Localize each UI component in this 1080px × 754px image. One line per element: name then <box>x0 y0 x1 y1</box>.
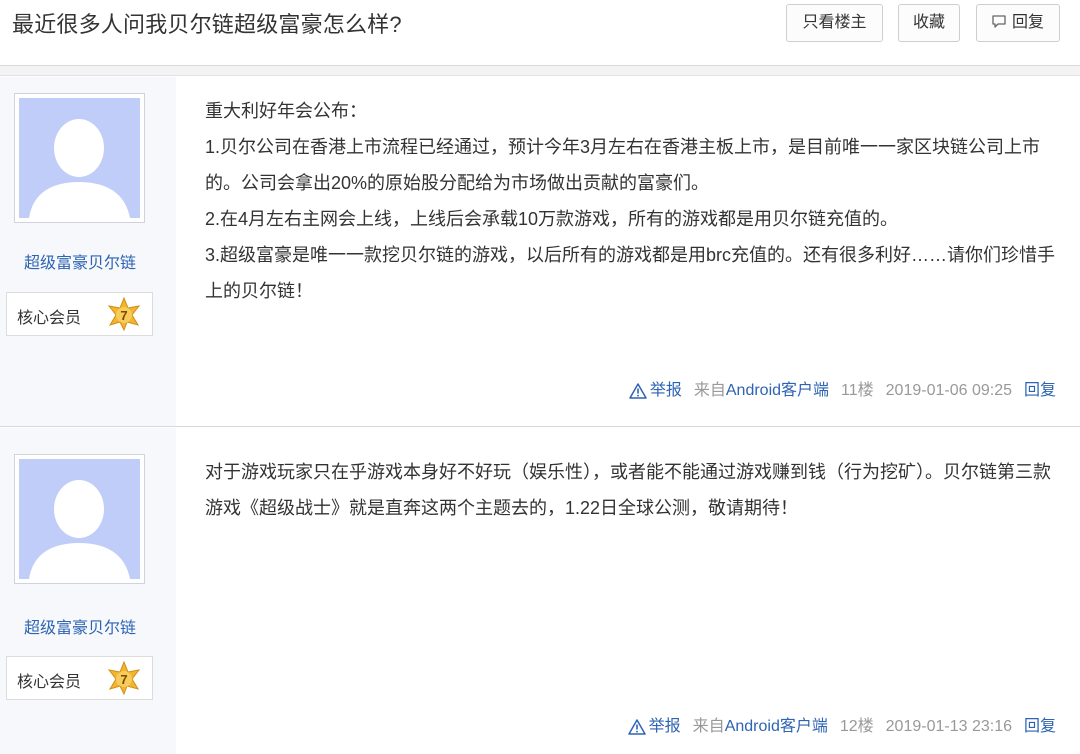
source-prefix: 来自 <box>693 382 726 399</box>
speech-bubble-icon <box>992 6 1006 28</box>
post-footer: 举报 来自Android客户端 11楼 2019-01-06 09:25 回复 <box>629 380 1056 402</box>
star-level-badge-icon: 7 <box>107 296 141 332</box>
favorite-button[interactable]: 收藏 <box>898 4 960 42</box>
post-paragraph: 2.在4月左右主网会上线，上线后会承载10万款游戏，所有的游戏都是用贝尔链充值的… <box>205 209 899 229</box>
thread-page: 最近很多人问我贝尔链超级富豪怎么样? 只看楼主 收藏 回复 超级富豪贝尔链 核心… <box>0 0 1080 754</box>
post-time: 2019-01-06 09:25 <box>885 382 1012 399</box>
avatar[interactable] <box>14 454 145 584</box>
author-sidebar: 超级富豪贝尔链 核心会员 7 <box>0 77 176 426</box>
source-app[interactable]: Android客户端 <box>725 718 828 735</box>
thread-header: 最近很多人问我贝尔链超级富豪怎么样? 只看楼主 收藏 回复 <box>0 0 1080 66</box>
post-paragraph: 对于游戏玩家只在乎游戏本身好不好玩（娱乐性），或者能不能通过游戏赚到钱（行为挖矿… <box>205 462 1051 518</box>
avatar[interactable] <box>14 93 145 223</box>
source-prefix: 来自 <box>692 718 725 735</box>
level-number: 7 <box>120 672 127 687</box>
floor-number: 11楼 <box>841 382 874 399</box>
level-number: 7 <box>120 308 127 323</box>
report-link[interactable]: 举报 <box>629 380 682 402</box>
report-link[interactable]: 举报 <box>627 716 681 738</box>
default-avatar-icon <box>19 459 140 579</box>
default-avatar-icon <box>19 98 140 218</box>
header-divider <box>0 66 1080 76</box>
post-paragraph: 3.超级富豪是唯一一款挖贝尔链的游戏，以后所有的游戏都是用brc充值的。还有很多… <box>205 245 1056 301</box>
member-badge: 核心会员 7 <box>6 292 153 336</box>
username[interactable]: 超级富豪贝尔链 <box>0 614 160 638</box>
report-label: 举报 <box>649 382 682 399</box>
post: 超级富豪贝尔链 核心会员 7 重大利好年会公布： 1.贝尔公司在香港上市流程已经… <box>0 77 1080 427</box>
star-level-badge-icon: 7 <box>107 660 141 696</box>
post: 超级富豪贝尔链 核心会员 7 对于游戏玩家只在乎游戏本身好不好玩（娱乐性），或者… <box>0 428 1080 754</box>
post-source: 来自Android客户端 <box>694 380 829 402</box>
reply-button-label: 回复 <box>1011 14 1044 31</box>
member-label: 核心会员 <box>17 310 82 327</box>
username[interactable]: 超级富豪贝尔链 <box>0 249 160 273</box>
floor-number: 12楼 <box>839 718 874 735</box>
member-label: 核心会员 <box>17 674 82 691</box>
thread-title: 最近很多人问我贝尔链超级富豪怎么样? <box>12 12 402 37</box>
post-paragraph: 重大利好年会公布： <box>205 101 367 121</box>
post-footer: 举报 来自Android客户端 12楼 2019-01-13 23:16 回复 <box>627 716 1056 738</box>
post-time: 2019-01-13 23:16 <box>885 718 1012 735</box>
source-app[interactable]: Android客户端 <box>726 382 829 399</box>
post-reply-link[interactable]: 回复 <box>1024 380 1056 402</box>
post-paragraph: 1.贝尔公司在香港上市流程已经通过，预计今年3月左右在香港主板上市，是目前唯一一… <box>205 137 1041 193</box>
warning-triangle-icon <box>627 719 646 735</box>
post-content: 重大利好年会公布： 1.贝尔公司在香港上市流程已经通过，预计今年3月左右在香港主… <box>205 93 1055 309</box>
report-label: 举报 <box>648 718 681 735</box>
warning-triangle-icon <box>629 383 647 399</box>
post-content: 对于游戏玩家只在乎游戏本身好不好玩（娱乐性），或者能不能通过游戏赚到钱（行为挖矿… <box>205 454 1055 526</box>
author-only-button[interactable]: 只看楼主 <box>786 4 883 42</box>
author-sidebar: 超级富豪贝尔链 核心会员 7 <box>0 428 176 754</box>
member-badge: 核心会员 7 <box>6 656 153 700</box>
post-source: 来自Android客户端 <box>693 716 828 738</box>
post-reply-link[interactable]: 回复 <box>1024 716 1056 738</box>
reply-button[interactable]: 回复 <box>976 4 1060 42</box>
